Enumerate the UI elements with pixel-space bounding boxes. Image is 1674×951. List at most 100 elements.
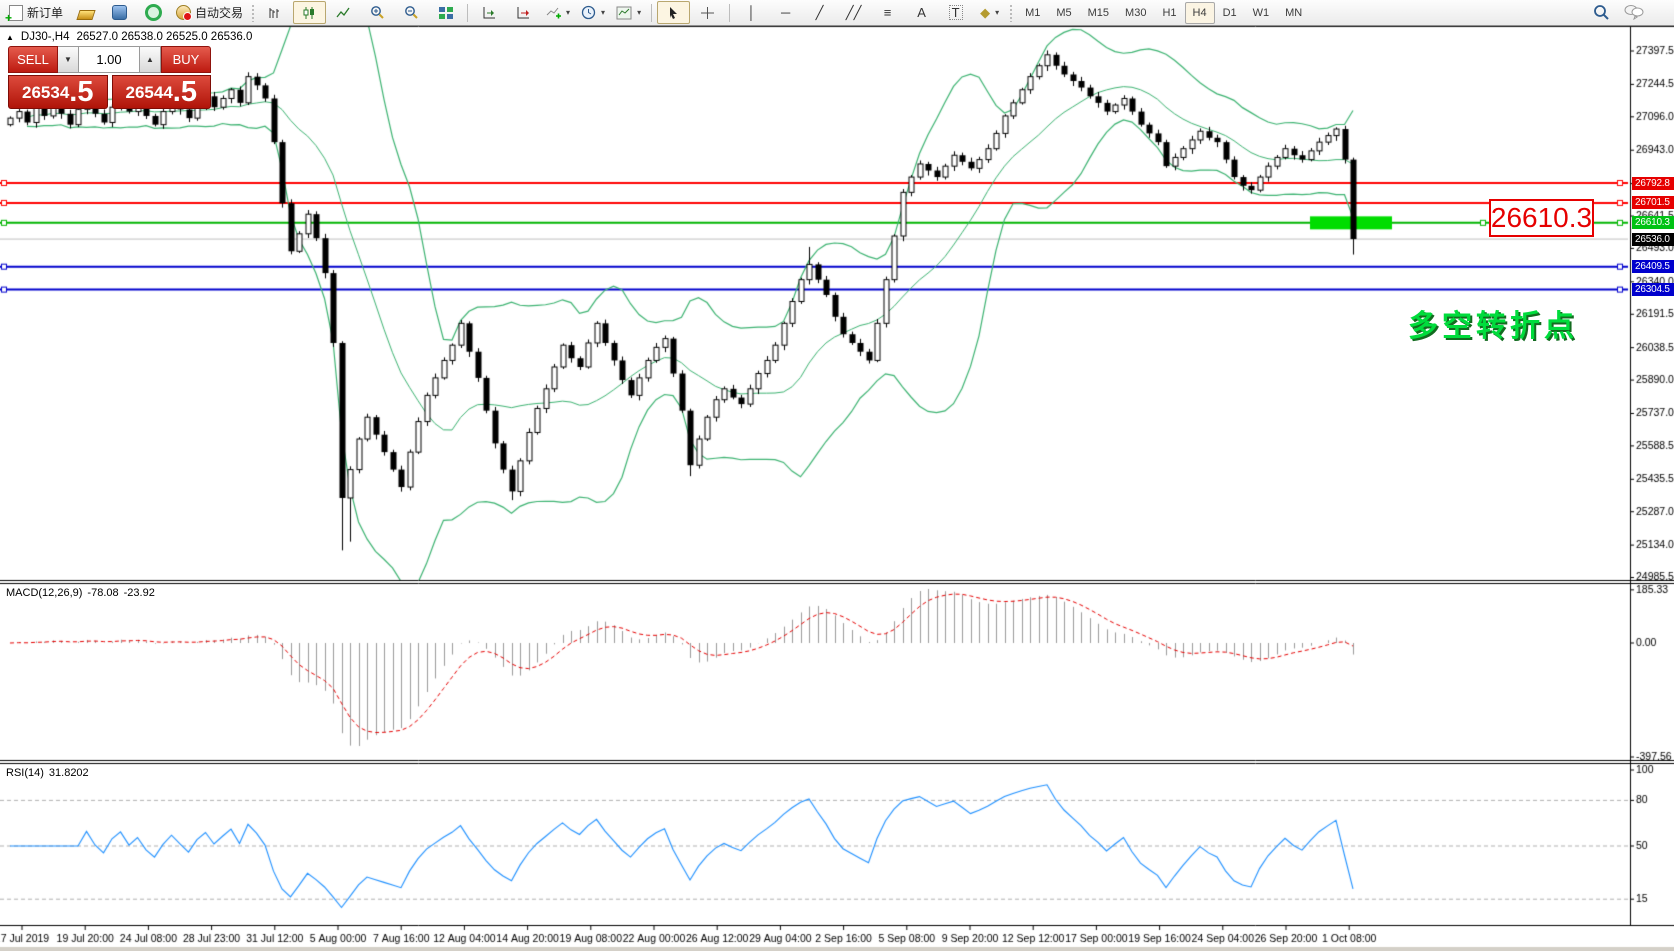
channel-icon: ╱╱ — [846, 6, 862, 19]
tf-button-w1[interactable]: W1 — [1245, 2, 1278, 24]
volume-decrease-button[interactable]: ▼ — [58, 46, 79, 73]
toolbar-separator — [729, 4, 730, 22]
bar-chart-icon — [268, 6, 283, 20]
axis-tag-26701.5: 26701.5 — [1632, 196, 1674, 209]
tf-button-m15[interactable]: M15 — [1080, 2, 1117, 24]
new-order-label: 新订单 — [27, 4, 63, 21]
axis-tag-26792.8: 26792.8 — [1632, 177, 1674, 190]
channel-tool[interactable]: ╱╱ — [837, 1, 870, 24]
rsi-value: 31.8202 — [49, 767, 89, 779]
ohlc-values: 26527.0 26538.0 26525.0 26536.0 — [77, 31, 253, 43]
one-click-price-row: 26534.5 26544.5 — [8, 75, 211, 109]
toolbar-grip — [251, 4, 256, 22]
dropdown-arrow-icon: ▾ — [637, 8, 641, 17]
text-tool[interactable]: A — [905, 1, 938, 24]
chart-canvas[interactable] — [0, 0, 1674, 951]
fibonacci-icon: ≡ — [884, 6, 892, 19]
gold-bar-icon — [76, 10, 95, 20]
app: { "toolbar": { "new_order_label": "新订单",… — [0, 0, 1674, 951]
volume-increase-button[interactable]: ▲ — [140, 46, 161, 73]
macd-name: MACD(12,26,9) — [6, 587, 82, 599]
rsi-name: RSI(14) — [6, 767, 44, 779]
zoom-out-button[interactable] — [395, 1, 428, 24]
macd-value-signal: -23.92 — [124, 587, 155, 599]
profile-button[interactable] — [103, 1, 136, 24]
sell-button[interactable]: SELL — [8, 46, 58, 73]
chart-header: ▲ DJ30-,H4 26527.0 26538.0 26525.0 26536… — [6, 31, 252, 43]
tf-button-d1[interactable]: D1 — [1215, 2, 1245, 24]
axis-tag-26304.5: 26304.5 — [1632, 283, 1674, 296]
macd-value-main: -78.08 — [87, 587, 118, 599]
chart-shift-button[interactable] — [507, 1, 540, 24]
axis-tag-26409.5: 26409.5 — [1632, 260, 1674, 273]
tf-button-h1[interactable]: H1 — [1154, 2, 1184, 24]
zoom-in-button[interactable] — [361, 1, 394, 24]
dropdown-arrow-icon: ▾ — [601, 8, 605, 17]
hline-icon: ─ — [781, 6, 790, 19]
auto-trading-button[interactable]: 自动交易 — [171, 1, 248, 24]
crosshair-button[interactable] — [691, 1, 724, 24]
horizontal-line-tool[interactable]: ─ — [769, 1, 802, 24]
periods-button[interactable]: ▾ — [576, 1, 610, 24]
toolbar-separator — [651, 4, 652, 22]
dropdown-arrow-icon: ▾ — [995, 8, 999, 17]
profile-icon — [112, 5, 127, 20]
tile-windows-icon — [438, 6, 454, 20]
tile-windows-button[interactable] — [429, 1, 462, 24]
sell-price-main: 26534 — [22, 77, 69, 108]
trendline-tool[interactable]: ╱ — [803, 1, 836, 24]
text-tool-icon: A — [917, 6, 926, 19]
trendline-icon: ╱ — [816, 6, 824, 19]
clock-icon — [581, 5, 596, 20]
search-icon[interactable] — [1593, 4, 1610, 21]
vertical-line-tool[interactable]: │ — [735, 1, 768, 24]
toolbar-grip — [1009, 4, 1014, 22]
shapes-tool[interactable]: ◆ ▾ — [973, 1, 1006, 24]
tf-button-m1[interactable]: M1 — [1017, 2, 1048, 24]
auto-trading-icon — [176, 5, 191, 20]
shapes-icon: ◆ — [980, 6, 990, 19]
signal-icon — [145, 4, 162, 21]
axis-tag-26610.3: 26610.3 — [1632, 216, 1674, 229]
fibonacci-tool[interactable]: ≡ — [871, 1, 904, 24]
buy-price-panel[interactable]: 26544.5 — [112, 75, 212, 109]
market-button[interactable] — [69, 1, 102, 24]
collapse-one-click-icon[interactable]: ▲ — [6, 33, 14, 42]
price-callout-box[interactable]: 26610.3 — [1489, 199, 1594, 237]
dropdown-arrow-icon: ▾ — [566, 8, 570, 17]
line-chart-button[interactable] — [327, 1, 360, 24]
buy-price-main: 26544 — [126, 77, 173, 108]
chat-icon[interactable] — [1624, 4, 1644, 20]
bar-chart-button[interactable] — [259, 1, 292, 24]
signals-button[interactable] — [137, 1, 170, 24]
label-tool-icon: T — [949, 5, 963, 20]
new-order-icon — [9, 5, 23, 21]
vline-icon: │ — [748, 6, 756, 19]
line-chart-icon — [336, 6, 351, 20]
axis-tag-26536.0: 26536.0 — [1632, 233, 1674, 246]
cursor-button[interactable] — [657, 1, 690, 24]
auto-scroll-icon — [482, 6, 497, 20]
candlestick-chart-button[interactable] — [293, 1, 326, 24]
new-order-button[interactable]: 新订单 — [4, 1, 68, 24]
indicators-button[interactable]: ▾ — [541, 1, 575, 24]
tf-button-m5[interactable]: M5 — [1048, 2, 1079, 24]
buy-button[interactable]: BUY — [161, 46, 211, 73]
indicators-icon — [546, 6, 561, 20]
template-icon — [616, 6, 632, 20]
rsi-label: RSI(14) 31.8202 — [6, 767, 89, 779]
label-tool[interactable]: T — [939, 1, 972, 24]
volume-input[interactable] — [79, 46, 140, 73]
main-toolbar: 新订单 自动交易 ▾ ▾ ▾ — [0, 0, 1674, 26]
tf-button-m30[interactable]: M30 — [1117, 2, 1154, 24]
templates-button[interactable]: ▾ — [611, 1, 646, 24]
sell-price-panel[interactable]: 26534.5 — [8, 75, 108, 109]
tf-button-h4[interactable]: H4 — [1185, 2, 1215, 24]
auto-scroll-button[interactable] — [473, 1, 506, 24]
tf-button-mn[interactable]: MN — [1277, 2, 1310, 24]
cursor-icon — [667, 6, 680, 20]
zoom-out-icon — [404, 5, 419, 20]
auto-trading-label: 自动交易 — [195, 4, 243, 21]
timeframe-group: M1M5M15M30H1H4D1W1MN — [1017, 2, 1310, 24]
chart-shift-icon — [516, 6, 531, 20]
